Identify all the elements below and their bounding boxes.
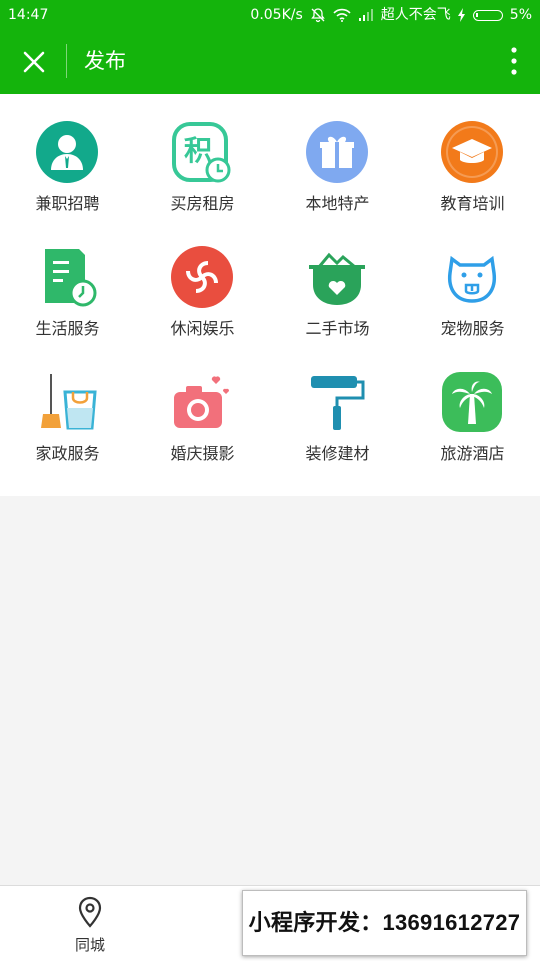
battery-percent: 5% [509, 7, 532, 23]
battery-icon [472, 9, 503, 21]
network-speed: 0.05K/s [250, 7, 303, 23]
page-title: 发布 [84, 49, 126, 73]
pet-icon [447, 255, 497, 303]
category-label: 二手市场 [305, 319, 370, 338]
recruitment-icon [36, 121, 98, 183]
paint-roller-icon [311, 376, 365, 430]
category-label: 旅游酒店 [440, 444, 505, 463]
category-grid: 兼职招聘 积 买房租房 本地特产 教育培训 生活服务 休闲娱乐 二手市场 宠物服… [0, 94, 540, 496]
category-label: 本地特产 [305, 194, 370, 213]
category-item-local-specialty[interactable]: 本地特产 [270, 94, 405, 219]
category-label: 教育培训 [440, 194, 505, 213]
close-button[interactable] [16, 44, 52, 80]
category-item-second-hand[interactable]: 二手市场 [270, 219, 405, 344]
header: 发布 [0, 30, 540, 94]
category-item-pet[interactable]: 宠物服务 [405, 219, 540, 344]
signal-icon [358, 9, 373, 21]
second-hand-icon [309, 252, 365, 305]
category-item-housekeeping[interactable]: 家政服务 [0, 344, 135, 469]
more-button[interactable] [506, 44, 522, 78]
category-label: 休闲娱乐 [170, 319, 235, 338]
category-item-education[interactable]: 教育培训 [405, 94, 540, 219]
housing-icon: 积 [172, 122, 231, 183]
gift-icon [306, 121, 368, 183]
category-item-wedding-photo[interactable]: 婚庆摄影 [135, 344, 270, 469]
svg-text:积: 积 [184, 134, 212, 167]
graduation-cap-icon [441, 121, 503, 183]
status-right: 0.05K/s 超人不会飞 5% [250, 0, 532, 30]
category-label: 宠物服务 [440, 319, 505, 338]
category-label: 兼职招聘 [35, 194, 100, 213]
status-time: 14:47 [8, 7, 49, 23]
category-label: 装修建材 [305, 444, 370, 463]
category-item-leisure[interactable]: 休闲娱乐 [135, 219, 270, 344]
category-item-travel-hotel[interactable]: 旅游酒店 [405, 344, 540, 469]
charging-icon [457, 8, 465, 22]
header-divider [66, 44, 67, 78]
housekeeping-icon [41, 374, 97, 430]
camera-icon [174, 376, 230, 428]
status-bar: 14:47 0.05K/s 超人不会飞 5% [0, 0, 540, 30]
mute-bell-icon [310, 8, 325, 23]
location-pin-icon [78, 896, 102, 928]
tab-city[interactable]: 同城 [45, 886, 135, 961]
tab-city-label: 同城 [74, 936, 105, 954]
top-bar: 14:47 0.05K/s 超人不会飞 5% 发布 [0, 0, 540, 94]
category-label: 家政服务 [35, 444, 100, 463]
category-item-renovation[interactable]: 装修建材 [270, 344, 405, 469]
promo-banner: 小程序开发：13691612727 [242, 890, 527, 956]
category-item-recruitment[interactable]: 兼职招聘 [0, 94, 135, 219]
category-label: 婚庆摄影 [170, 444, 235, 463]
life-service-icon [45, 249, 97, 307]
close-icon [23, 51, 45, 73]
palm-tree-icon [442, 372, 502, 432]
category-label: 买房租房 [170, 194, 235, 213]
wifi-icon [333, 8, 351, 22]
carrier-name: 超人不会飞 [380, 7, 451, 23]
leisure-icon [171, 246, 233, 308]
more-vertical-icon [511, 47, 517, 75]
category-item-life-service[interactable]: 生活服务 [0, 219, 135, 344]
category-label: 生活服务 [35, 319, 100, 338]
category-item-housing[interactable]: 积 买房租房 [135, 94, 270, 219]
